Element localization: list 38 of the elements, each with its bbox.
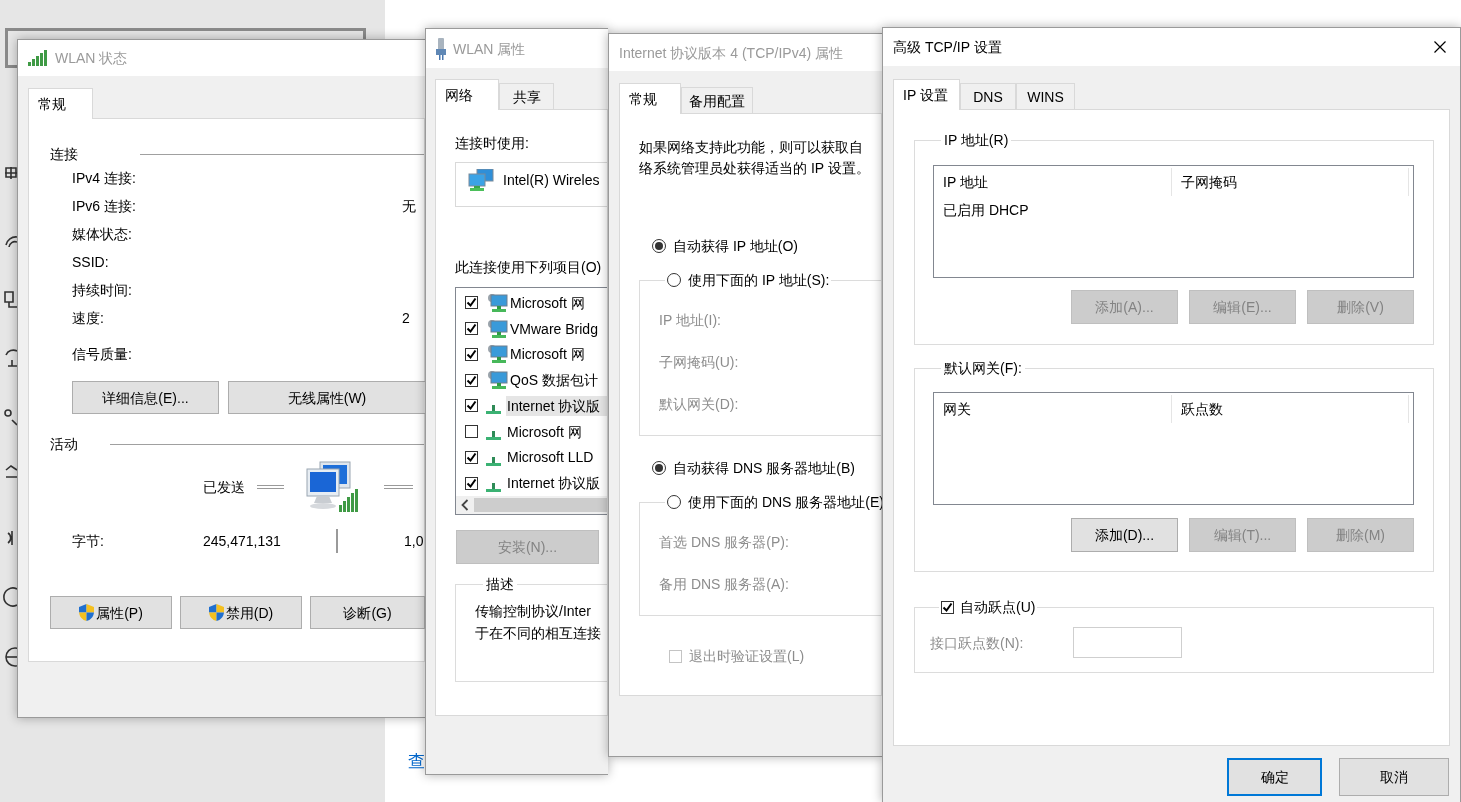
- field-label: 速度:: [72, 309, 105, 328]
- field-label: 字节:: [72, 532, 105, 551]
- group-label: 连接: [50, 145, 78, 164]
- field-label: 首选 DNS 服务器(P):: [659, 533, 789, 552]
- field-label: 默认网关(D):: [659, 395, 739, 414]
- column-header: 跃点数: [1172, 395, 1409, 423]
- field-label: IPv6 连接:: [72, 197, 137, 216]
- group-label: 活动: [50, 435, 78, 454]
- field-value: 2: [402, 309, 410, 328]
- field-value: 1,0: [404, 532, 424, 551]
- window-title: WLAN 状态: [55, 49, 128, 68]
- sent-label: 已发送: [203, 477, 245, 497]
- group-label: 描述: [485, 575, 515, 594]
- intro-text: 如果网络支持此功能，则可以获取自 络系统管理员处获得适当的 IP 设置。: [638, 138, 871, 178]
- field-label: 子网掩码(U):: [659, 353, 739, 372]
- field-label: 媒体状态:: [72, 225, 133, 244]
- field-label: IPv4 连接:: [72, 169, 137, 188]
- field-value: 245,471,131: [203, 532, 282, 551]
- table-cell-text: 已启用 DHCP: [942, 201, 1030, 220]
- window-title: WLAN 属性: [453, 39, 526, 59]
- group-label: IP 地址(R): [943, 131, 1010, 150]
- field-label: 信号质量:: [72, 345, 132, 364]
- field-label: 此连接使用下列项目(O): [455, 258, 602, 277]
- description-text: 传输控制协议/Inter 于在不同的相互连接: [475, 602, 602, 643]
- column-header: 子网掩码: [1172, 168, 1409, 196]
- adapter-name: Intel(R) Wireles: [503, 171, 600, 190]
- field-label: IP 地址(I):: [659, 311, 721, 330]
- window-title: Internet 协议版本 4 (TCP/IPv4) 属性: [619, 43, 844, 63]
- field-value: 无: [402, 197, 416, 216]
- field-label: 接口跃点数(N):: [930, 633, 1025, 653]
- field-label: SSID:: [72, 253, 110, 272]
- field-label: 备用 DNS 服务器(A):: [659, 575, 789, 594]
- column-header: IP 地址: [934, 168, 1172, 196]
- field-label: 持续时间:: [72, 281, 133, 300]
- window-title: 高级 TCP/IP 设置: [893, 38, 1002, 57]
- field-label: 连接时使用:: [455, 134, 529, 153]
- group-label: 默认网关(F):: [943, 359, 1023, 378]
- column-header: 网关: [934, 395, 1172, 423]
